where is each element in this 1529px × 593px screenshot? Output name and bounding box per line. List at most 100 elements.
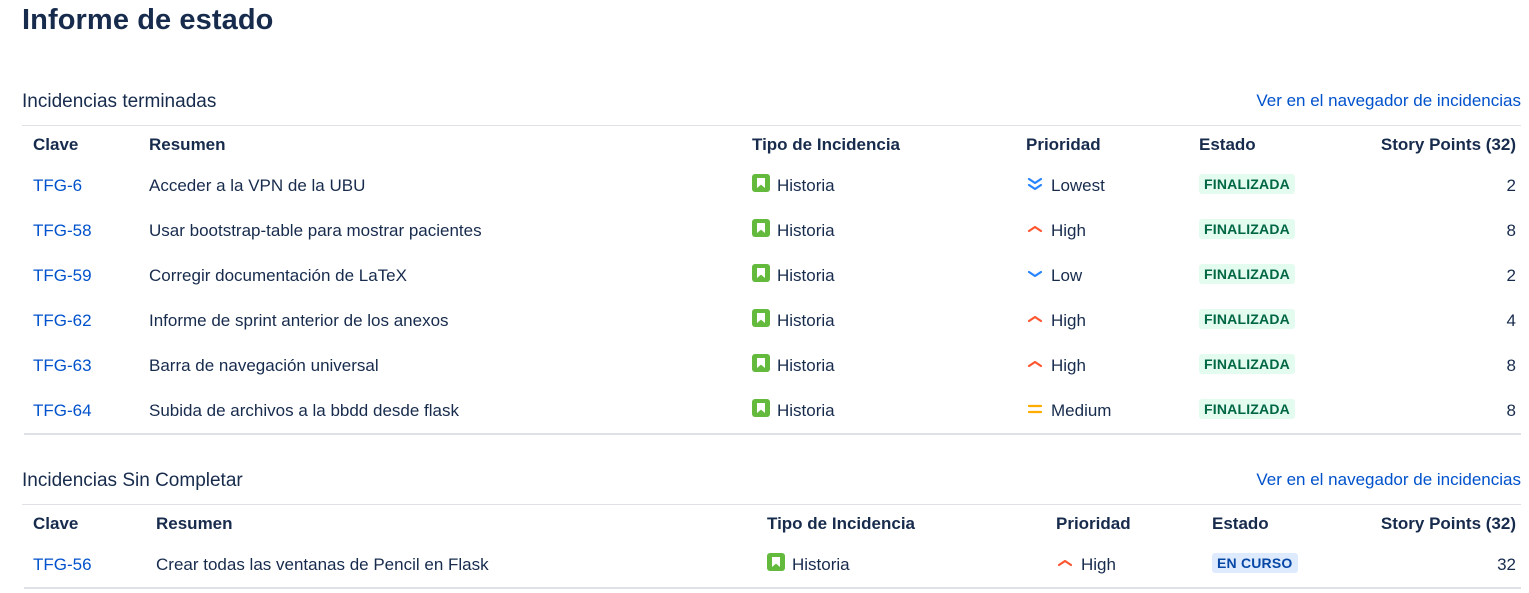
issue-key-link[interactable]: TFG-56 <box>33 555 92 574</box>
issue-type-label: Historia <box>777 220 835 240</box>
issue-key-link[interactable]: TFG-64 <box>33 401 92 420</box>
issue-type-label: Historia <box>777 175 835 195</box>
issue-summary: Crear todas las ventanas de Pencil en Fl… <box>156 554 489 574</box>
issue-priority-cell: High <box>1017 343 1190 388</box>
issue-status-cell: FINALIZADA <box>1190 208 1343 253</box>
incomplete-issues-section: Incidencias Sin Completar Ver en el nave… <box>22 467 1521 589</box>
priority-low-icon <box>1026 266 1044 280</box>
column-header-type[interactable]: Tipo de Incidencia <box>743 126 1017 163</box>
column-header-story-points[interactable]: Story Points (32) <box>1343 126 1521 163</box>
issue-type-cell: Historia <box>743 388 1017 434</box>
issue-story-points: 4 <box>1506 310 1516 330</box>
issue-priority-label: High <box>1081 554 1116 574</box>
column-header-status[interactable]: Estado <box>1203 505 1334 542</box>
issue-story-points: 2 <box>1506 265 1516 285</box>
incomplete-section-header: Incidencias Sin Completar Ver en el nave… <box>22 467 1521 505</box>
issue-summary: Acceder a la VPN de la UBU <box>149 175 366 195</box>
column-header-key[interactable]: Clave <box>24 126 140 163</box>
table-header-row: Clave Resumen Tipo de Incidencia Priorid… <box>24 126 1521 163</box>
incomplete-table-body: TFG-56 Crear todas las ventanas de Pencil… <box>24 542 1521 588</box>
issue-priority-label: Medium <box>1051 400 1112 420</box>
page-title: Informe de estado <box>22 4 274 36</box>
column-header-priority[interactable]: Prioridad <box>1017 126 1190 163</box>
table-row[interactable]: TFG-64 Subida de archivos a la bbdd desde… <box>24 388 1521 434</box>
issue-priority-label: High <box>1051 220 1086 240</box>
issue-key-cell: TFG-64 <box>24 388 140 434</box>
completed-issues-table: Clave Resumen Tipo de Incidencia Priorid… <box>24 126 1521 435</box>
completed-table-body: TFG-6 Acceder a la VPN de la UBU Historia L… <box>24 163 1521 434</box>
story-icon <box>752 308 770 327</box>
issue-summary: Corregir documentación de LaTeX <box>149 265 407 285</box>
issue-key-link[interactable]: TFG-58 <box>33 221 92 240</box>
issue-key-cell: TFG-63 <box>24 343 140 388</box>
status-badge: FINALIZADA <box>1199 218 1295 239</box>
priority-medium-icon <box>1026 401 1044 415</box>
issue-story-points: 8 <box>1506 220 1516 240</box>
issue-priority-cell: Low <box>1017 253 1190 298</box>
priority-lowest-icon <box>1026 176 1044 190</box>
table-row[interactable]: TFG-59 Corregir documentación de LaTeX His… <box>24 253 1521 298</box>
table-row[interactable]: TFG-63 Barra de navegación universal Histo… <box>24 343 1521 388</box>
issue-story-points: 8 <box>1506 355 1516 375</box>
issue-status-cell: FINALIZADA <box>1190 298 1343 343</box>
issue-story-points: 32 <box>1497 554 1516 574</box>
issue-key-link[interactable]: TFG-59 <box>33 266 92 285</box>
status-badge: FINALIZADA <box>1199 263 1295 284</box>
issue-key-cell: TFG-56 <box>24 542 147 588</box>
story-icon <box>752 173 770 192</box>
story-icon <box>752 218 770 237</box>
column-header-priority[interactable]: Prioridad <box>1047 505 1203 542</box>
issue-priority-label: High <box>1051 310 1086 330</box>
incomplete-section-title: Incidencias Sin Completar <box>22 470 243 491</box>
issue-status-cell: EN CURSO <box>1203 542 1334 588</box>
completed-issues-section: Incidencias terminadas Ver en el navegad… <box>22 88 1521 435</box>
issue-priority-label: Low <box>1051 265 1083 285</box>
table-header-row: Clave Resumen Tipo de Incidencia Priorid… <box>24 505 1521 542</box>
issue-key-cell: TFG-6 <box>24 163 140 208</box>
issue-type-label: Historia <box>792 554 850 574</box>
view-in-issue-navigator-link[interactable]: Ver en el navegador de incidencias <box>1256 470 1521 490</box>
issue-priority-cell: High <box>1017 208 1190 253</box>
issue-type-cell: Historia <box>758 542 1047 588</box>
table-row[interactable]: TFG-62 Informe de sprint anterior de los … <box>24 298 1521 343</box>
table-row[interactable]: TFG-6 Acceder a la VPN de la UBU Historia L… <box>24 163 1521 208</box>
priority-high-icon <box>1026 311 1044 325</box>
issue-key-link[interactable]: TFG-62 <box>33 311 92 330</box>
view-in-issue-navigator-link[interactable]: Ver en el navegador de incidencias <box>1256 91 1521 111</box>
story-icon <box>752 353 770 372</box>
status-badge: FINALIZADA <box>1199 173 1295 194</box>
column-header-story-points[interactable]: Story Points (32) <box>1334 505 1521 542</box>
story-icon <box>767 552 785 571</box>
issue-type-cell: Historia <box>743 163 1017 208</box>
issue-summary: Informe de sprint anterior de los anexos <box>149 310 449 330</box>
column-header-key[interactable]: Clave <box>24 505 147 542</box>
status-badge: FINALIZADA <box>1199 353 1295 374</box>
issue-type-cell: Historia <box>743 298 1017 343</box>
column-header-summary[interactable]: Resumen <box>147 505 758 542</box>
issue-summary: Subida de archivos a la bbdd desde flask <box>149 400 459 420</box>
issue-key-cell: TFG-62 <box>24 298 140 343</box>
column-header-summary[interactable]: Resumen <box>140 126 743 163</box>
table-row[interactable]: TFG-56 Crear todas las ventanas de Pencil… <box>24 542 1521 588</box>
issue-type-label: Historia <box>777 355 835 375</box>
issue-status-cell: FINALIZADA <box>1190 163 1343 208</box>
issue-type-label: Historia <box>777 400 835 420</box>
issue-type-cell: Historia <box>743 253 1017 298</box>
priority-high-icon <box>1026 356 1044 370</box>
table-row[interactable]: TFG-58 Usar bootstrap-table para mostrar … <box>24 208 1521 253</box>
status-badge: FINALIZADA <box>1199 308 1295 329</box>
priority-high-icon <box>1056 555 1074 569</box>
issue-type-label: Historia <box>777 265 835 285</box>
priority-high-icon <box>1026 221 1044 235</box>
issue-priority-label: Lowest <box>1051 175 1105 195</box>
column-header-status[interactable]: Estado <box>1190 126 1343 163</box>
issue-key-cell: TFG-59 <box>24 253 140 298</box>
issue-key-cell: TFG-58 <box>24 208 140 253</box>
issue-priority-label: High <box>1051 355 1086 375</box>
issue-key-link[interactable]: TFG-63 <box>33 356 92 375</box>
completed-section-title: Incidencias terminadas <box>22 91 217 112</box>
column-header-type[interactable]: Tipo de Incidencia <box>758 505 1047 542</box>
issue-status-cell: FINALIZADA <box>1190 343 1343 388</box>
issue-key-link[interactable]: TFG-6 <box>33 176 82 195</box>
issue-priority-cell: Lowest <box>1017 163 1190 208</box>
